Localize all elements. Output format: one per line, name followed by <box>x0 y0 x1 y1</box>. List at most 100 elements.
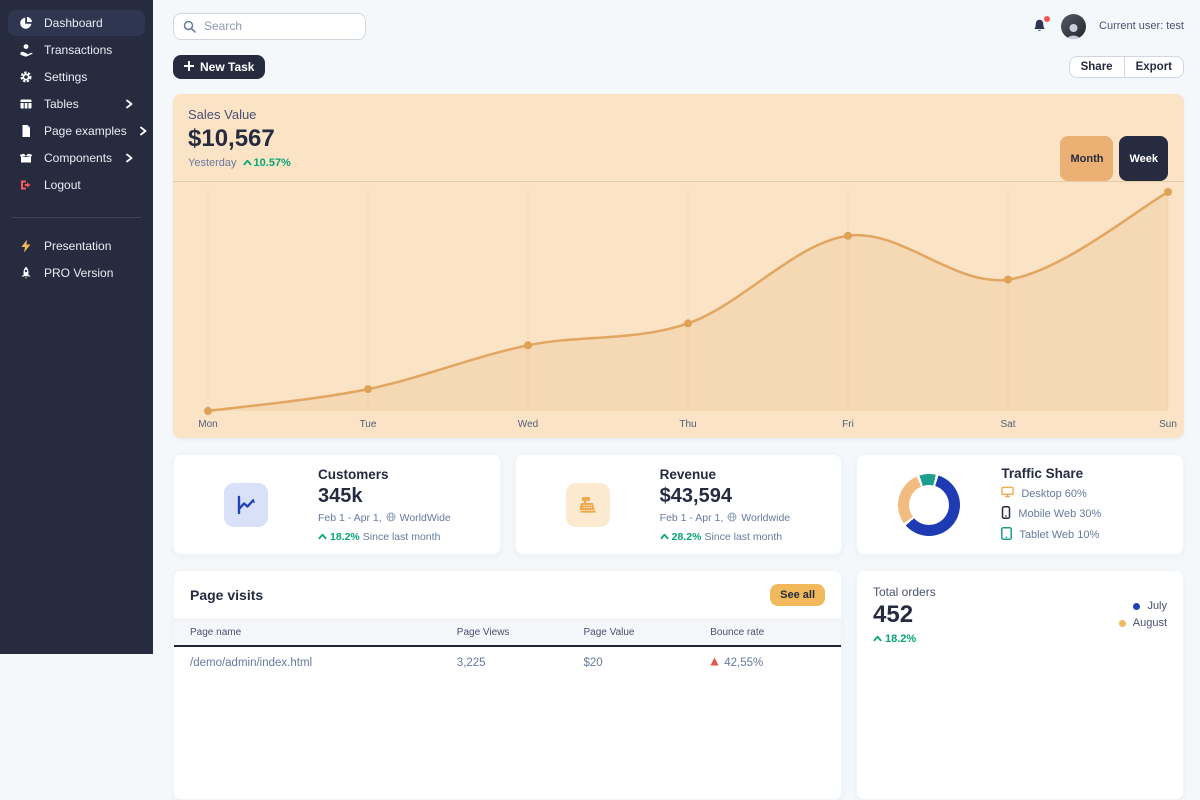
customers-value: 345k <box>318 484 363 507</box>
chart-x-axis-labels: Mon Tue Wed Thu Fri Sat Sun <box>173 416 1184 436</box>
customers-card: Customers 345k Feb 1 - Apr 1, WorldWide … <box>173 454 501 555</box>
sales-card-header: Sales Value $10,567 Yesterday 10.57% Mon… <box>173 94 1184 182</box>
sidebar-item-components[interactable]: Components <box>8 145 145 171</box>
total-orders-card: Total orders 452 18.2% July August <box>856 570 1184 800</box>
mobile-icon <box>1001 506 1011 522</box>
legend-item-august: August <box>1118 617 1167 629</box>
range-toggle: Month Week <box>1060 136 1168 181</box>
traffic-share-card: Traffic Share Desktop 60% Mobile Web 30% <box>856 454 1185 555</box>
sidebar-item-dashboard[interactable]: Dashboard <box>8 10 145 36</box>
search-input[interactable] <box>173 12 366 40</box>
chevron-right-icon <box>124 153 134 163</box>
bolt-icon <box>19 239 33 253</box>
chevron-up-icon <box>242 157 252 169</box>
desktop-icon <box>1001 486 1015 501</box>
x-axis-label: Fri <box>842 419 854 430</box>
x-axis-label: Mon <box>198 419 218 430</box>
chevron-up-icon <box>873 633 882 645</box>
tablet-icon <box>1001 527 1013 543</box>
cash-register-icon <box>565 482 610 527</box>
traffic-title: Traffic Share <box>1001 466 1084 481</box>
sales-period-label: Yesterday <box>188 157 237 169</box>
cell-page-name: /demo/admin/index.html <box>190 657 313 669</box>
column-header-page-value: Page Value <box>567 619 695 647</box>
revenue-value: $43,594 <box>659 484 732 507</box>
revenue-change: 28.2% <box>671 530 702 543</box>
sidebar-item-transactions[interactable]: Transactions <box>8 37 145 63</box>
table-icon <box>19 97 33 111</box>
chevron-right-icon <box>138 126 148 136</box>
sales-line-chart <box>173 182 1184 416</box>
pie-chart-icon <box>19 16 33 30</box>
chevron-up-icon <box>660 531 669 543</box>
rocket-icon <box>19 266 33 280</box>
sidebar-item-label: Dashboard <box>44 16 103 30</box>
sidebar-item-pro-version[interactable]: PRO Version <box>8 260 145 286</box>
sidebar-item-page-examples[interactable]: Page examples <box>8 118 148 144</box>
sales-value-card: Sales Value $10,567 Yesterday 10.57% Mon… <box>173 94 1184 438</box>
search-icon <box>183 20 196 38</box>
column-header-page-views: Page Views <box>440 619 568 647</box>
cell-bounce-rate: 42,55% <box>694 647 763 679</box>
customers-title: Customers <box>318 466 389 482</box>
sidebar: Dashboard Transactions Settings Tables P… <box>0 0 153 654</box>
notifications-bell-icon[interactable] <box>1031 15 1051 35</box>
customers-period: Feb 1 - Apr 1, <box>318 512 382 524</box>
table-row[interactable]: /demo/admin/index.html 3,225 $20 42,55% <box>174 646 841 679</box>
sidebar-item-label: PRO Version <box>44 266 114 280</box>
august-dot <box>1118 619 1126 627</box>
topbar: Current user: test <box>173 8 1184 44</box>
search-box <box>173 12 366 40</box>
globe-icon <box>386 512 396 525</box>
gear-icon <box>19 70 33 84</box>
july-dot <box>1133 602 1141 610</box>
logout-icon <box>19 178 33 192</box>
main-content: Current user: test New Task Share Export… <box>153 0 1200 800</box>
plus-icon <box>183 60 195 74</box>
share-export-group: Share Export <box>1068 56 1184 78</box>
page-visits-title: Page visits <box>190 587 264 603</box>
legend-item-mobile: Mobile Web 30% <box>1001 506 1101 522</box>
export-button[interactable]: Export <box>1123 57 1183 77</box>
sidebar-divider <box>12 217 141 218</box>
sales-card-title: Sales Value <box>188 107 257 122</box>
box-icon <box>19 151 33 165</box>
sidebar-item-logout[interactable]: Logout <box>8 172 145 198</box>
sales-change-value: 10.57% <box>253 157 291 169</box>
share-button[interactable]: Share <box>1070 57 1124 77</box>
customers-scope: WorldWide <box>399 512 451 524</box>
x-axis-label: Wed <box>517 419 539 430</box>
sidebar-item-label: Logout <box>44 178 81 192</box>
orders-legend: July August <box>1118 595 1167 629</box>
notification-dot <box>1044 15 1051 22</box>
line-chart-canvas <box>204 188 1172 415</box>
legend-item-tablet: Tablet Web 10% <box>1001 527 1101 543</box>
total-orders-change: 18.2% <box>885 633 917 645</box>
sidebar-item-settings[interactable]: Settings <box>8 64 145 90</box>
sidebar-item-presentation[interactable]: Presentation <box>8 233 145 259</box>
new-task-button[interactable]: New Task <box>173 55 266 79</box>
document-icon <box>19 124 33 138</box>
legend-item-desktop: Desktop 60% <box>1001 486 1101 501</box>
globe-icon <box>727 512 737 525</box>
sidebar-item-label: Presentation <box>44 239 112 253</box>
week-toggle-button[interactable]: Week <box>1119 136 1168 181</box>
sidebar-item-label: Page examples <box>44 124 127 138</box>
customers-change-suffix: Since last month <box>362 530 441 543</box>
new-task-label: New Task <box>200 60 255 74</box>
avatar[interactable] <box>1061 13 1087 39</box>
page-visits-table: Page name Page Views Page Value Bounce r… <box>174 619 841 679</box>
sidebar-item-label: Settings <box>44 70 88 84</box>
sidebar-item-tables[interactable]: Tables <box>8 91 145 117</box>
month-toggle-button[interactable]: Month <box>1060 136 1114 181</box>
x-axis-label: Sun <box>1159 419 1177 430</box>
stats-row: Customers 345k Feb 1 - Apr 1, WorldWide … <box>173 454 1185 555</box>
cell-page-value: $20 <box>583 657 603 669</box>
sidebar-item-label: Tables <box>44 97 79 111</box>
hand-coin-icon <box>19 43 33 57</box>
sales-card-value: $10,567 <box>188 125 275 152</box>
revenue-change-suffix: Since last month <box>704 530 783 543</box>
x-axis-label: Sat <box>1000 419 1016 430</box>
sidebar-item-label: Transactions <box>44 43 113 57</box>
see-all-button[interactable]: See all <box>770 584 825 606</box>
